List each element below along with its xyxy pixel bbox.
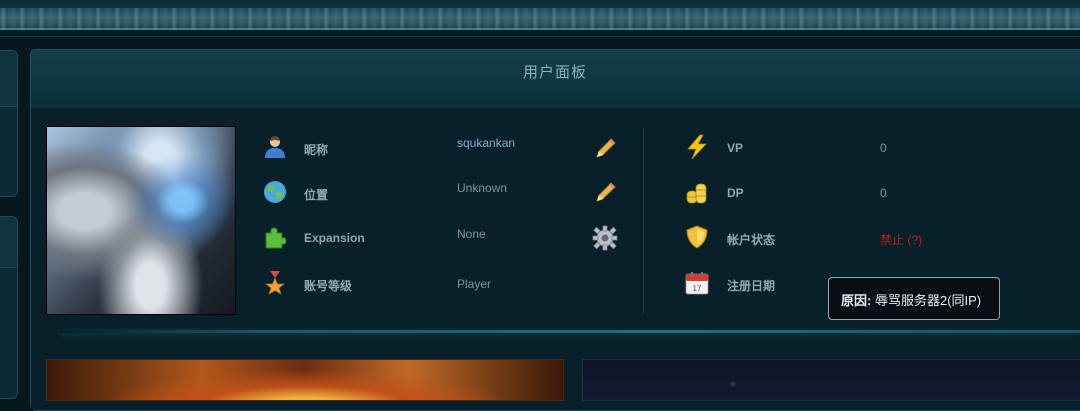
vp-value: 0: [880, 141, 887, 155]
page-title: 用户面板: [522, 64, 587, 81]
dp-label: DP: [727, 186, 744, 200]
coins-icon: [684, 179, 710, 205]
banner-image-right[interactable]: [582, 359, 1080, 401]
medal-icon: [262, 270, 288, 296]
lightning-icon: [684, 134, 710, 160]
pencil-icon: [596, 182, 616, 202]
column-divider: [643, 128, 644, 314]
tooltip-text: 辱骂服务器2(同IP): [874, 293, 982, 308]
left-side-panel-bottom: [0, 216, 18, 399]
puzzle-icon: [262, 224, 288, 250]
avatar: [46, 126, 236, 315]
tooltip-label: 原因:: [841, 293, 872, 308]
location-value: Unknown: [457, 181, 508, 195]
globe-icon: [262, 179, 288, 205]
left-side-panel-header: [0, 51, 17, 107]
svg-text:17: 17: [693, 284, 702, 293]
account-level-label: 账号等级: [304, 279, 353, 293]
left-side-panel-top: [0, 50, 18, 197]
nickname-label: 昵称: [304, 143, 329, 157]
ban-reason-tooltip: 原因: 辱骂服务器2(同IP): [828, 277, 1000, 320]
account-level-value: Player: [457, 277, 492, 291]
registration-date-label: 注册日期: [727, 279, 776, 293]
location-label: 位置: [304, 188, 329, 202]
ornament-line: [0, 28, 1080, 30]
gear-icon: [592, 225, 618, 251]
expansion-value: None: [457, 227, 486, 241]
section-divider: [60, 330, 1080, 333]
shield-icon: [684, 224, 710, 250]
vp-label: VP: [727, 141, 744, 155]
nickname-value[interactable]: squkankan: [457, 136, 515, 150]
account-status-value[interactable]: 禁止 (?): [880, 231, 922, 248]
frost-ornament: [0, 8, 1080, 30]
left-side-panel-header: [0, 217, 17, 268]
user-icon: [262, 134, 288, 160]
dp-value: 0: [880, 186, 887, 200]
edit-location-button[interactable]: [592, 180, 618, 206]
account-status-label: 帐户状态: [727, 233, 776, 247]
pencil-icon: [596, 138, 616, 158]
banner-image-left[interactable]: [46, 359, 564, 401]
edit-nickname-button[interactable]: [592, 136, 618, 162]
top-ornamental-border: [0, 0, 1080, 37]
expansion-label: Expansion: [304, 231, 365, 245]
calendar-icon: 17: [684, 270, 710, 296]
expansion-settings-button[interactable]: [592, 225, 618, 251]
